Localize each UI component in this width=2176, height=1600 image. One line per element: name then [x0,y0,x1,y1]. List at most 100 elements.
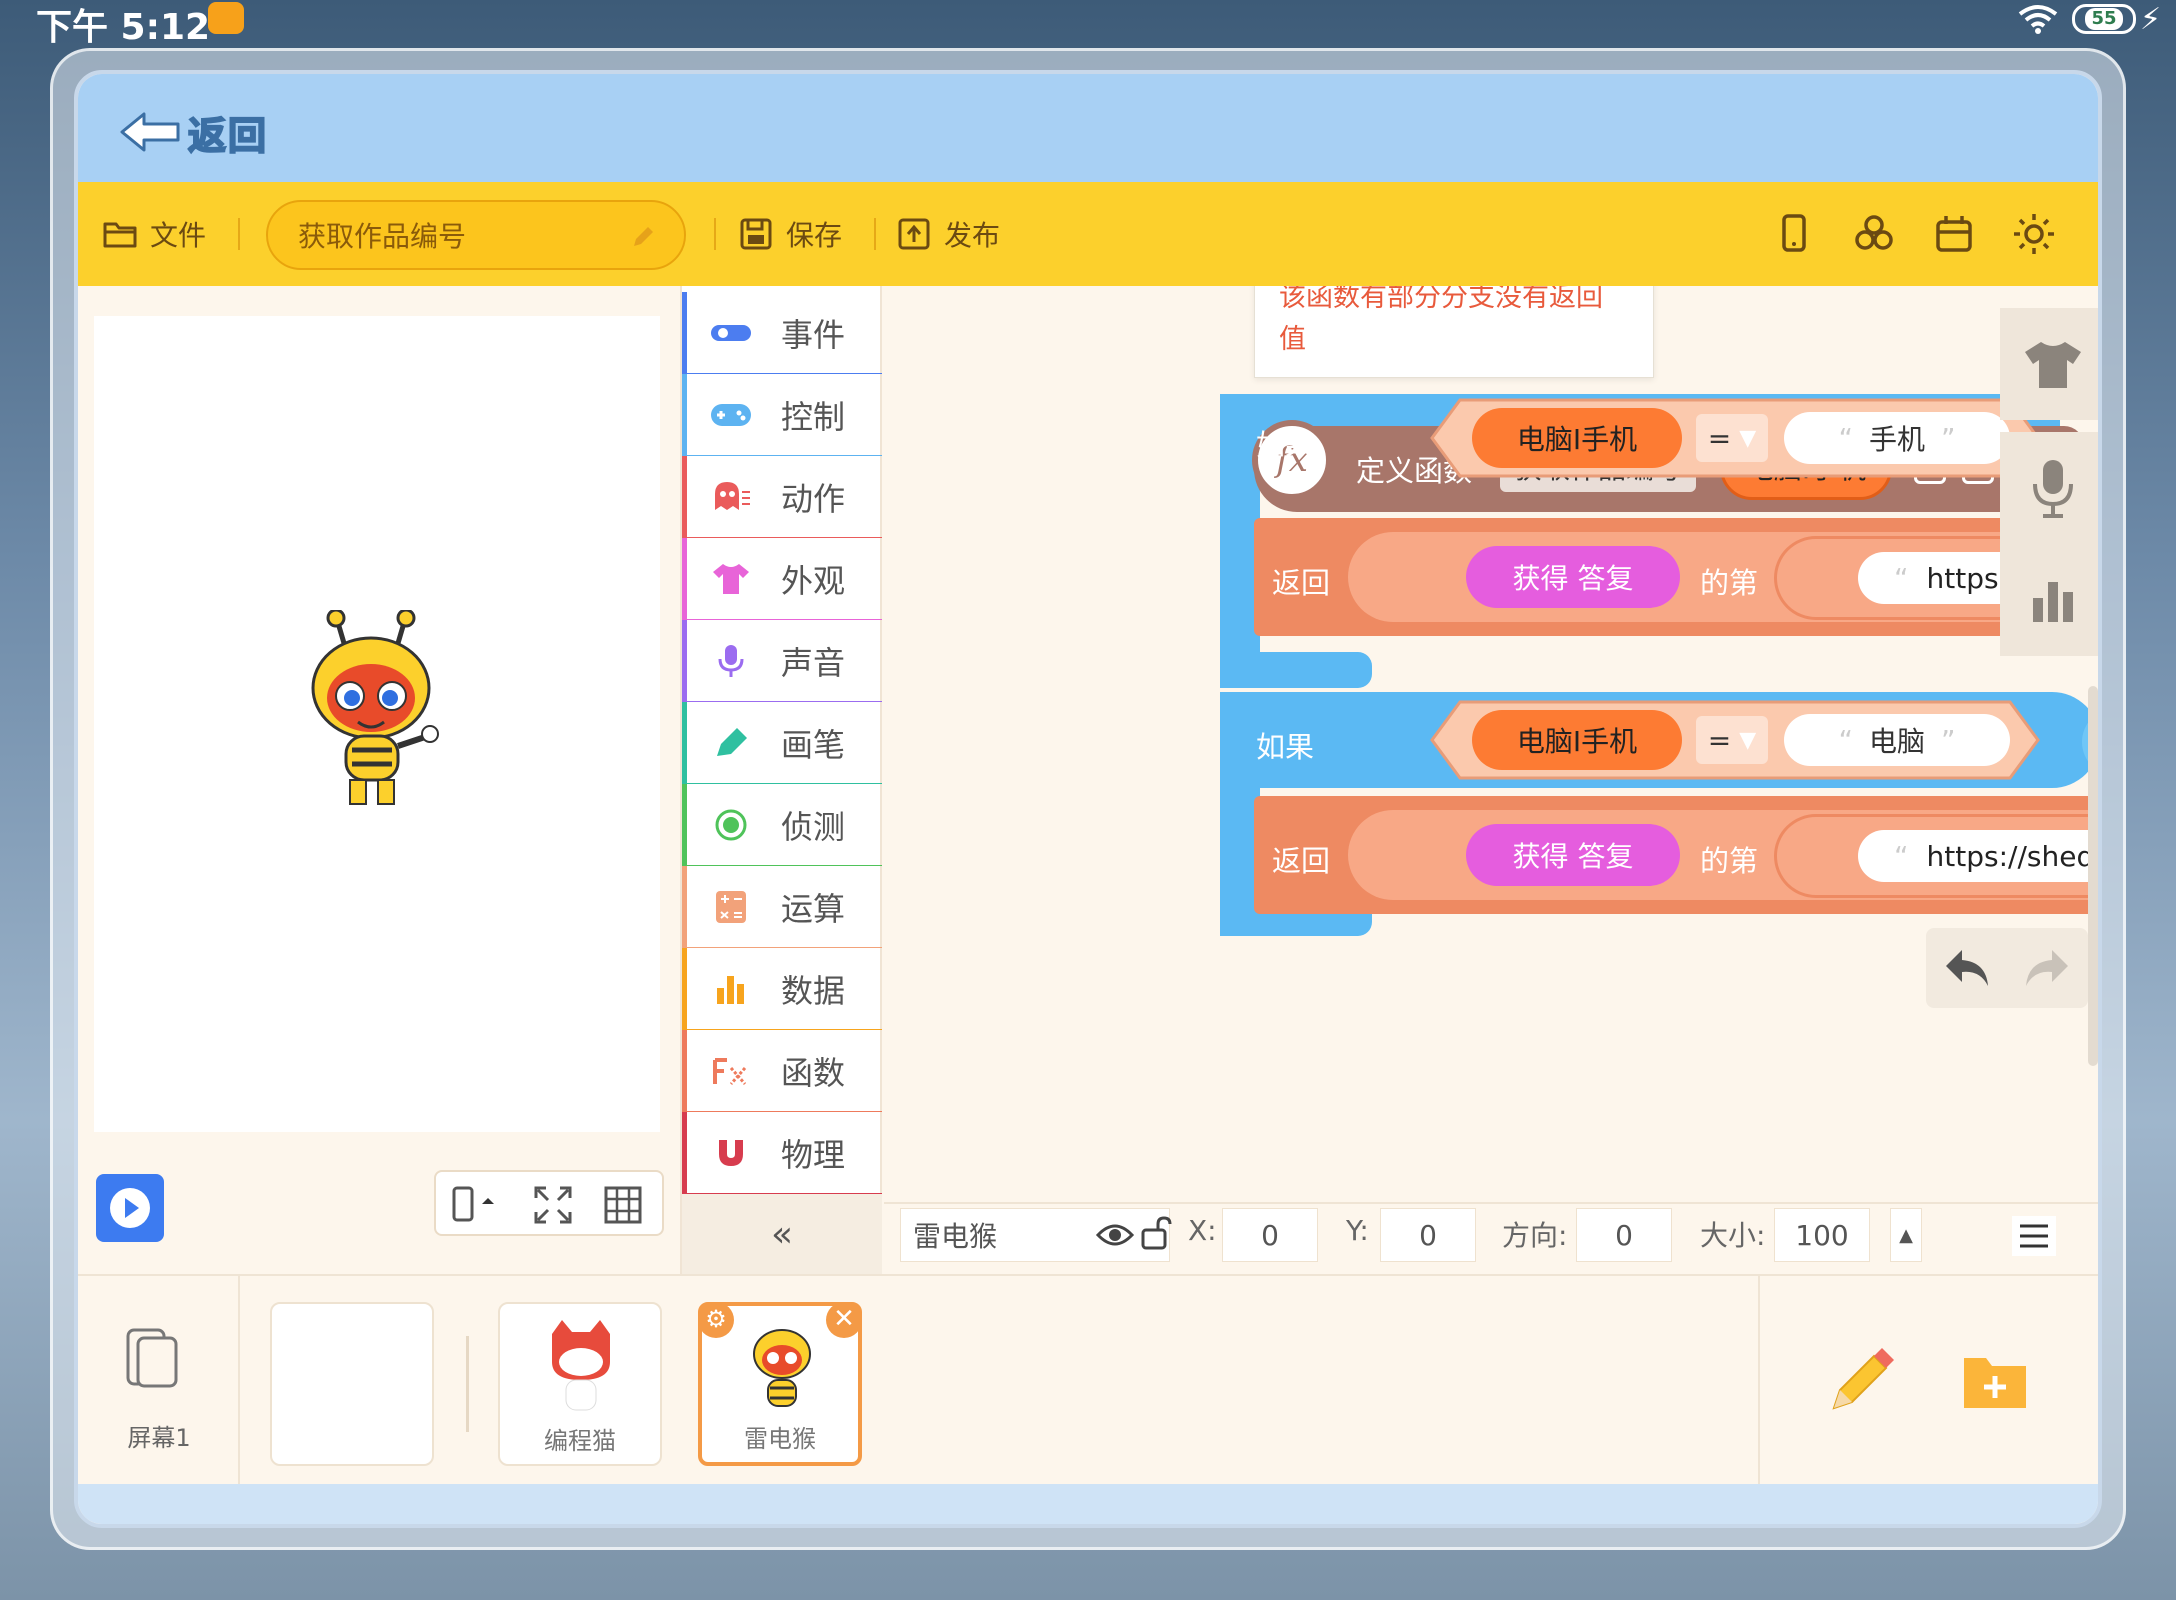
open-quote: “ [1838,723,1853,757]
device-preview-icon[interactable] [1770,210,1818,258]
screen-tablet-icon[interactable] [124,1328,180,1390]
toolbar-divider [874,218,876,250]
extensions-icon[interactable] [1850,210,1898,258]
publish-button[interactable]: 发布 [896,182,1000,286]
category-data[interactable]: 数据 [682,948,882,1030]
collapse-categories-button[interactable]: « [682,1194,882,1274]
if-label-2: 如果 [1256,730,1315,764]
calculator-icon [716,890,746,923]
save-label: 保存 [786,219,843,252]
paint-pencil-icon[interactable] [1826,1346,1896,1416]
x-input[interactable]: 0 [1222,1208,1318,1262]
thunder-monkey-sprite[interactable] [306,610,456,810]
folder-icon [103,222,137,248]
block-categories: 事件 控制 动作 外观 声音 画笔 侦测 运算 数据 函数 物理 « [680,286,882,1274]
fullscreen-icon[interactable] [534,1186,572,1224]
unlock-icon[interactable] [1140,1216,1174,1252]
category-control[interactable]: 控制 [682,374,882,456]
category-events[interactable]: 事件 [682,292,882,374]
open-quote: “ [1894,561,1909,595]
size-input[interactable]: 100 [1774,1208,1870,1262]
toggle-icon [711,324,751,341]
category-sensing[interactable]: 侦测 [682,784,882,866]
category-label: 动作 [781,479,846,518]
url-text-2[interactable]: “ https://shequ.code [1858,830,2098,882]
project-name-field[interactable]: 获取作品编号 [266,200,686,270]
charging-icon: ⚡ [2140,2,2162,37]
save-icon [740,218,772,250]
category-functions[interactable]: 函数 [682,1030,882,1112]
direction-value: 0 [1615,1218,1633,1252]
get-answer-reporter-2[interactable]: 获得 答复 [1466,824,1680,886]
operator-label: = [1707,723,1732,757]
status-time: 下午 5:12 [36,7,211,48]
category-operators[interactable]: 运算 [682,866,882,948]
vertical-scrollbar[interactable] [2088,686,2098,1066]
add-folder-icon[interactable] [1962,1350,2028,1410]
sprite-card-2-selected[interactable]: ⚙ ✕ 雷电猴 [698,1302,862,1466]
category-label: 控制 [781,397,846,436]
microphone-icon [2033,460,2073,518]
nth-label-2: 的第 [1700,844,1759,878]
open-quote: “ [1838,421,1853,455]
dropdown-arrow-icon: ▼ [1739,425,1757,451]
grid-icon[interactable] [604,1186,642,1224]
project-name-text: 获取作品编号 [298,220,467,253]
text-value-2[interactable]: “ 电脑 ” [1784,714,2010,766]
get-answer-label: 获得 答复 [1512,562,1634,595]
category-pen[interactable]: 画笔 [682,702,882,784]
settings-gear-icon[interactable] [2010,210,2058,258]
sprite-settings-gear-icon[interactable]: ⚙ [698,1302,734,1338]
category-looks[interactable]: 外观 [682,538,882,620]
redo-icon[interactable] [2022,946,2072,990]
category-physics[interactable]: 物理 [682,1112,882,1194]
category-label: 外观 [781,561,846,600]
device-rotate-icon[interactable] [450,1184,496,1224]
data-button[interactable] [2000,544,2098,656]
save-button[interactable]: 保存 [738,182,842,286]
category-motion[interactable]: 动作 [682,456,882,538]
category-sound[interactable]: 声音 [682,620,882,702]
bar-chart-icon [717,975,744,1004]
bottom-actions [1758,1276,2098,1486]
back-button[interactable]: 返回 [118,102,268,162]
visibility-eye-icon[interactable] [1096,1220,1134,1250]
costume-button[interactable] [2000,308,2098,420]
param-reporter-1[interactable]: 电脑I手机 [1472,408,1682,468]
edit-pencil-icon[interactable] [630,224,656,250]
sprite-name: 雷电猴 [913,1220,998,1253]
sound-button[interactable] [2000,432,2098,544]
warning-tooltip: 该函数有部分分支没有返回值 [1254,286,1654,378]
get-answer-reporter-1[interactable]: 获得 答复 [1466,546,1680,608]
delete-sprite-close-icon[interactable]: ✕ [826,1302,862,1338]
stage-background-card[interactable] [270,1302,434,1466]
run-button[interactable] [96,1174,164,1242]
close-quote: ” [1941,723,1956,757]
if-label-1: 如果 [1256,428,1315,462]
stage-tools [434,1170,664,1236]
direction-input[interactable]: 0 [1576,1208,1672,1262]
card-divider [466,1336,469,1432]
size-stepper-up[interactable]: ▲ [1890,1208,1922,1262]
category-label: 侦测 [781,807,846,846]
screen-label[interactable]: 屏幕1 [78,1418,240,1453]
return-label-1: 返回 [1272,566,1331,600]
hamburger-menu-icon[interactable] [2012,1216,2056,1256]
compare-operator-1[interactable]: = ▼ [1696,414,1768,462]
sprite-card-1[interactable]: 编程猫 [498,1302,662,1466]
compare-operator-2[interactable]: = ▼ [1696,716,1768,764]
side-toolbox [2000,308,2098,670]
param-reporter-2[interactable]: 电脑I手机 [1472,710,1682,770]
text-value-1[interactable]: “ 手机 ” [1784,412,2010,464]
code-workspace[interactable]: fx 定义函数 获取作品编号 电脑I手机 − + 该函数有部分分支没有返回值 如… [884,286,2098,1274]
file-menu-button[interactable]: 文件 [102,182,206,286]
y-input[interactable]: 0 [1380,1208,1476,1262]
toolbar: 文件 获取作品编号 保存 发布 [78,182,2098,286]
stage-canvas[interactable] [94,316,660,1132]
undo-icon[interactable] [1942,946,1992,990]
stage-panel [78,286,664,1274]
size-value: 100 [1795,1218,1849,1252]
material-library-icon[interactable] [1930,210,1978,258]
pen-icon [717,727,747,756]
microphone-icon [718,644,744,677]
